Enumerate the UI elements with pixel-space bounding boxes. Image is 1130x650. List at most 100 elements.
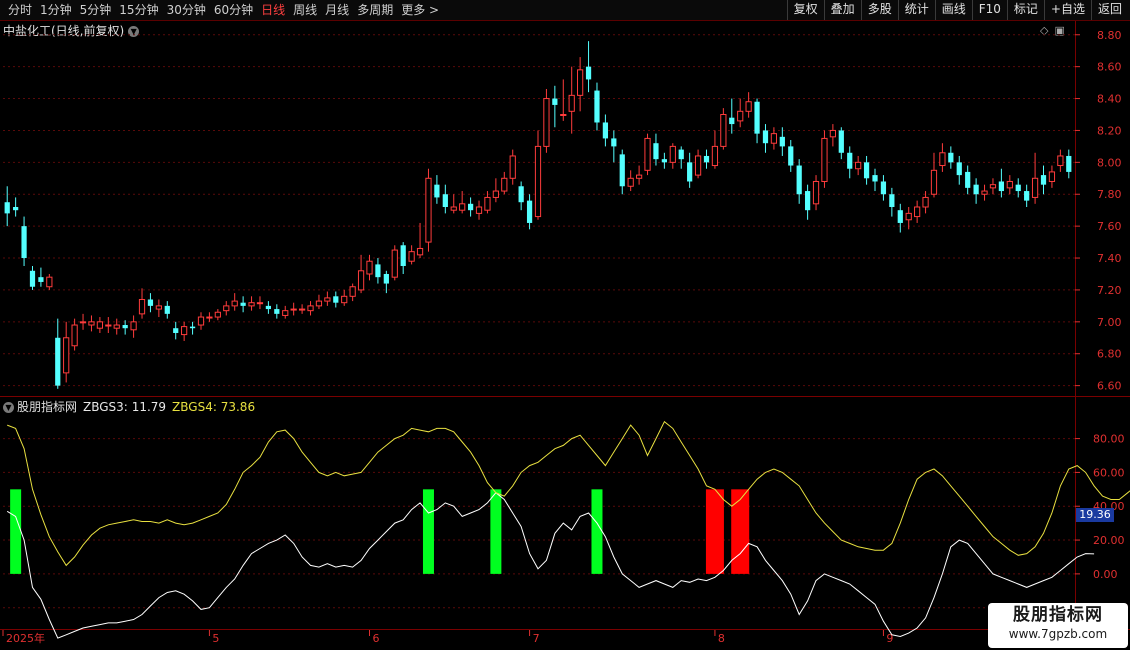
candle-up [484, 196, 491, 211]
candle-up [214, 311, 221, 318]
chevron-down-icon[interactable]: ▼ [3, 402, 14, 413]
candle-up [425, 177, 432, 243]
candle-down [602, 122, 609, 139]
candle-up [408, 251, 415, 262]
candle-up [223, 305, 230, 312]
candle-up [534, 145, 542, 218]
candle-up [501, 177, 508, 192]
candle-down [653, 143, 659, 160]
price-tick-label: 6.60 [1097, 380, 1122, 393]
candle-down [661, 159, 667, 163]
zbgs3-readout: ZBGS3: 11.79 [83, 400, 166, 414]
candle-up [324, 297, 331, 302]
zbgs4-readout: ZBGS4: 73.86 [172, 400, 255, 414]
candle-down [526, 200, 533, 223]
indicator-tick-label: 80.00 [1093, 433, 1125, 446]
indicator-tick-label: 0.00 [1093, 568, 1118, 581]
candle-down [518, 186, 524, 203]
zbgs3-label: ZBGS3: [83, 400, 128, 414]
candle-up [138, 299, 146, 315]
candle-up [492, 190, 499, 198]
date-label: 2025年 [6, 631, 45, 645]
candle-up [635, 174, 643, 179]
candle-up [1057, 155, 1064, 167]
date-label: 9 [886, 632, 893, 645]
indicator-header: ▼ 股朋指标网 ZBGS3: 11.79 ZBGS4: 73.86 [3, 398, 255, 415]
candle-down [594, 90, 600, 123]
candle-down [678, 149, 684, 160]
indicator-name[interactable]: 股朋指标网 [17, 400, 77, 414]
candle-down [122, 325, 128, 329]
candle-down [788, 146, 794, 166]
candle-down [973, 184, 979, 195]
price-tick-label: 7.20 [1097, 284, 1122, 297]
candle-up [71, 324, 78, 347]
date-label: 7 [533, 632, 540, 645]
price-tick-label: 7.80 [1097, 188, 1122, 201]
candle-up [181, 326, 188, 336]
signal-bar-green [10, 489, 22, 574]
signal-bar-red [705, 489, 724, 574]
candle-down [173, 328, 179, 333]
candle-up [459, 203, 466, 211]
date-label: 6 [372, 632, 379, 645]
candle-up [113, 324, 120, 329]
candle-down [552, 98, 558, 105]
candle-up [821, 137, 828, 182]
signal-bar-red [731, 489, 750, 574]
candle-up [197, 316, 205, 326]
candle-down [1015, 184, 1021, 192]
current-value-marker: 19.36 [1076, 508, 1114, 522]
zbgs3-value: 11.79 [131, 400, 167, 414]
candle-up [737, 110, 744, 122]
candle-down [585, 66, 592, 80]
candle-down [956, 162, 962, 176]
candle-up [206, 316, 213, 319]
candle-up [366, 260, 373, 275]
candle-up [63, 337, 70, 374]
candle-up [88, 321, 95, 326]
candle-down [847, 152, 853, 169]
candle-up [577, 69, 584, 96]
candle-up [543, 98, 550, 147]
date-label: 8 [718, 632, 725, 645]
candle-down [998, 181, 1004, 192]
candle-up [711, 145, 719, 167]
indicator-tick-label: 20.00 [1093, 534, 1125, 547]
candle-down [434, 184, 440, 198]
candle-down [804, 191, 811, 211]
candle-down [383, 273, 389, 284]
candle-down [274, 309, 280, 314]
candle-up [357, 270, 365, 291]
candle-down [4, 202, 10, 214]
candle-up [720, 114, 727, 147]
candle-down [762, 130, 769, 144]
candle-up [105, 324, 112, 327]
price-tick-label: 8.00 [1097, 156, 1122, 169]
candle-up [745, 101, 752, 112]
candle-up [391, 249, 398, 278]
candle-up [46, 276, 53, 288]
kline-chart[interactable]: 8.80 8.60 8.40 8.20 8.00 7.80 7.60 7.40 7.20 7.00… [0, 0, 1130, 650]
candle-down [779, 136, 785, 147]
candle-up [231, 300, 238, 307]
candle-down [147, 299, 154, 306]
watermark-url: www.7gpzb.com [1008, 627, 1108, 641]
candle-down [703, 155, 710, 163]
candle-up [256, 302, 264, 305]
watermark-title: 股朋指标网 [1013, 605, 1103, 625]
candle-up [914, 206, 921, 218]
candle-up [307, 305, 314, 312]
candle-up [694, 155, 702, 176]
series-line-zbgs4 [7, 420, 1130, 567]
candle-down [265, 305, 272, 310]
candle-up [1006, 180, 1013, 189]
candle-up [669, 145, 676, 163]
candle-up [930, 169, 938, 195]
candle-up [627, 177, 634, 187]
candle-up [829, 129, 836, 138]
candle-up [1048, 171, 1056, 182]
zbgs4-label: ZBGS4: [172, 400, 217, 414]
candle-up [475, 206, 483, 214]
candle-down [838, 130, 844, 153]
